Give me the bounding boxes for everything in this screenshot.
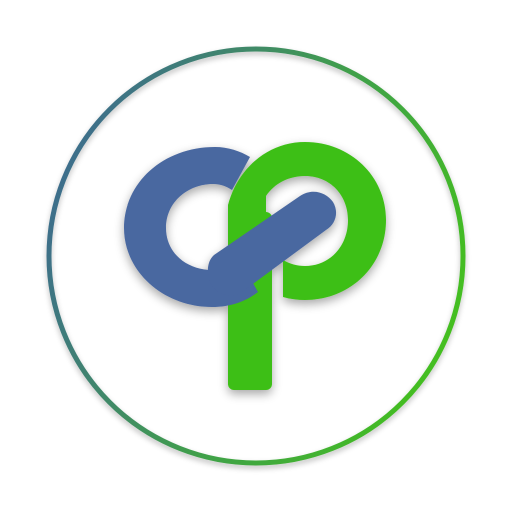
app-icon [0,0,512,512]
cp-logo-icon [0,0,512,512]
